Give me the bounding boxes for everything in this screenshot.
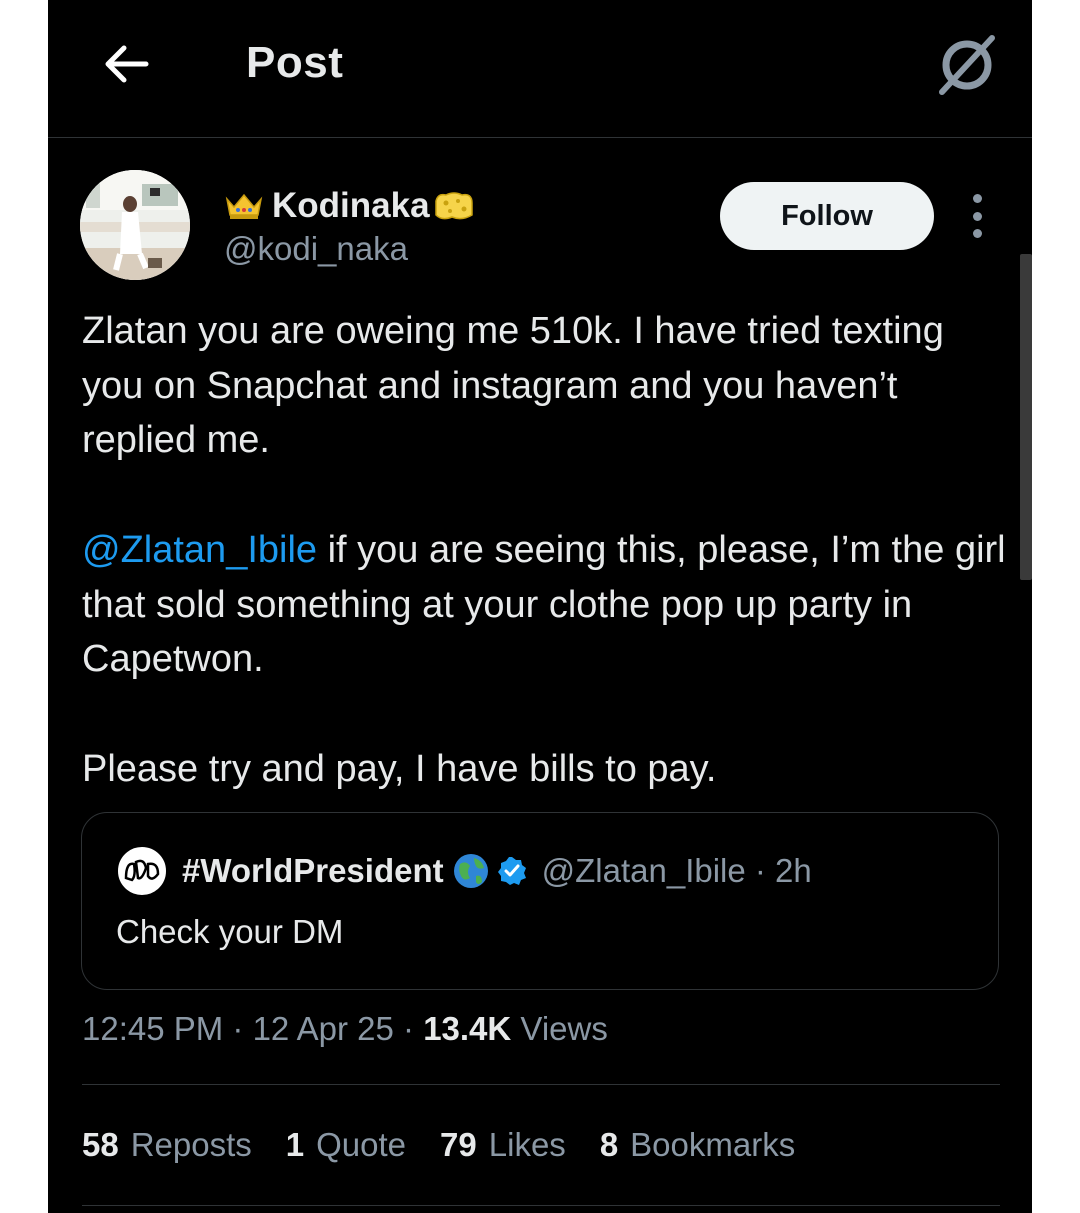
post-timestamp-views: 12:45 PM · 12 Apr 25 · 13.4K Views [82, 1010, 608, 1048]
top-bar: Post [48, 0, 1032, 138]
author-avatar[interactable] [80, 170, 190, 280]
scrollbar[interactable] [1020, 254, 1032, 580]
likes-stat[interactable]: 79 Likes [440, 1126, 566, 1164]
tweet-paragraph-2: @Zlatan_Ibile if you are seeing this, pl… [82, 523, 1012, 687]
divider [82, 1084, 1000, 1085]
quotes-stat[interactable]: 1 Quote [286, 1126, 406, 1164]
quoted-author-avatar [116, 845, 168, 897]
mention-link[interactable]: @Zlatan_Ibile [82, 529, 317, 571]
more-options-button[interactable] [962, 194, 992, 238]
quoted-author-handle-time: @Zlatan_Ibile · 2h [541, 852, 812, 889]
quoted-avatar-logo [124, 859, 160, 882]
globe-icon [453, 854, 488, 888]
arrow-left-icon [105, 45, 149, 83]
bookmarks-label: Bookmarks [630, 1126, 796, 1163]
bookmarks-count: 8 [599, 1126, 619, 1163]
quoted-post-card[interactable]: #WorldPresident @Zlatan_Ibile · 2h Check… [81, 812, 999, 990]
author-display-name: Kodinaka [272, 186, 430, 225]
divider [82, 1205, 1000, 1206]
post-time[interactable]: 12:45 PM [82, 1010, 223, 1047]
avatar-photo [80, 170, 190, 280]
more-dot [972, 229, 982, 238]
screenshot-margin-left [0, 0, 48, 1213]
grok-button[interactable] [932, 30, 1002, 100]
verified-badge-icon [497, 857, 526, 885]
likes-count: 79 [440, 1126, 477, 1163]
likes-label: Likes [488, 1126, 566, 1163]
reposts-count: 58 [82, 1126, 119, 1163]
crown-icon [225, 193, 263, 219]
quotes-count: 1 [285, 1126, 305, 1163]
page-title: Post [246, 38, 344, 87]
more-dot [972, 211, 982, 221]
back-button[interactable] [98, 36, 154, 92]
post-date[interactable]: 12 Apr 25 [253, 1010, 394, 1047]
author-name-row[interactable]: Kodinaka [224, 184, 476, 228]
post-screen: Post Kodinaka @kodi_naka Follow Zlatan y… [48, 0, 1032, 1213]
quoted-post-header: #WorldPresident @Zlatan_Ibile · 2h [116, 845, 812, 897]
screenshot-margin-right [1032, 0, 1080, 1213]
author-handle[interactable]: @kodi_naka [224, 230, 408, 268]
reposts-stat[interactable]: 58 Reposts [82, 1126, 252, 1164]
more-dot [972, 194, 982, 203]
tweet-paragraph-1: Zlatan you are oweing me 510k. I have tr… [82, 310, 944, 461]
sponge-icon [434, 192, 473, 220]
reposts-label: Reposts [130, 1126, 252, 1163]
quoted-post-text: Check your DM [116, 913, 344, 950]
grok-icon [939, 35, 995, 95]
follow-button[interactable]: Follow [720, 182, 934, 250]
bookmarks-stat[interactable]: 8 Bookmarks [600, 1126, 795, 1164]
quotes-label: Quote [316, 1126, 407, 1163]
views-count: 13.4K [423, 1010, 512, 1047]
views-label: Views [511, 1010, 608, 1047]
engagement-stats: 58 Reposts 1 Quote 79 Likes 8 Bookmarks [82, 1126, 829, 1164]
meta-separator: · [393, 1010, 424, 1047]
tweet-paragraph-3: Please try and pay, I have bills to pay. [82, 748, 717, 790]
meta-separator: · [223, 1010, 253, 1047]
quoted-author-name: #WorldPresident [182, 852, 444, 889]
